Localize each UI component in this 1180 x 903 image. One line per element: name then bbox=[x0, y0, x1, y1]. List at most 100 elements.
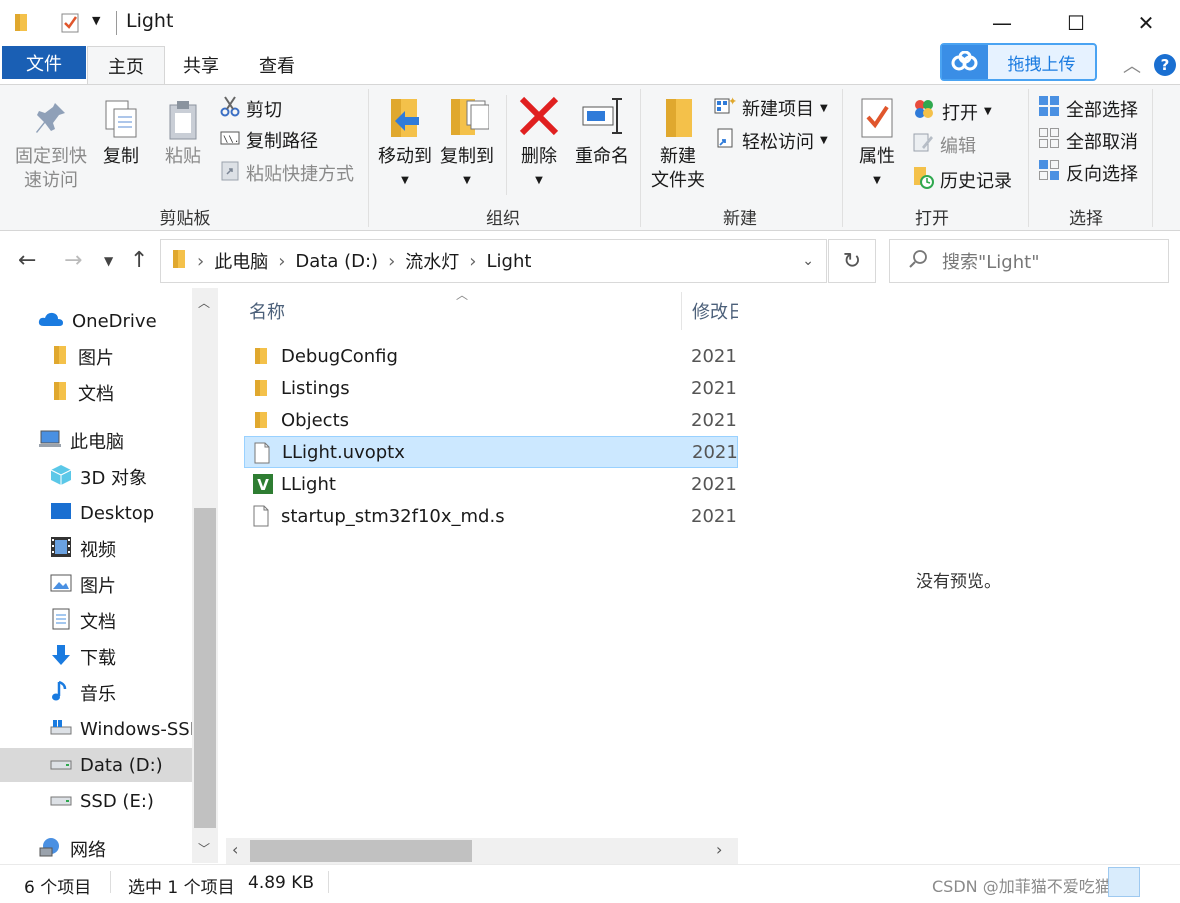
tab-file[interactable]: 文件 bbox=[2, 46, 86, 79]
folder-icon bbox=[14, 12, 32, 37]
address-history-chevron-down-icon[interactable]: ⌄ bbox=[802, 253, 814, 269]
quick-access-dropdown-icon[interactable]: ▼ bbox=[92, 14, 100, 27]
properties-button[interactable]: 属性 ▼ bbox=[848, 95, 906, 193]
paste-button[interactable]: 粘贴 bbox=[158, 99, 208, 169]
scroll-left-chevron-icon[interactable]: ‹ bbox=[232, 840, 238, 859]
move-to-button[interactable]: 移动到 ▼ bbox=[374, 95, 436, 193]
tab-view[interactable]: 查看 bbox=[246, 46, 308, 84]
status-divider bbox=[110, 871, 111, 893]
open-group-label: 打开 bbox=[915, 209, 949, 229]
drag-upload-button[interactable]: 拖拽上传 bbox=[940, 43, 1097, 81]
breadcrumb-this-pc[interactable]: 此电脑 bbox=[214, 248, 268, 274]
sidebar-item-downloads[interactable]: 下载 bbox=[0, 640, 192, 674]
file-icon bbox=[253, 442, 271, 469]
history-icon bbox=[912, 165, 934, 194]
column-header-modified[interactable]: 修改日 bbox=[692, 288, 738, 334]
sidebar-item-label: OneDrive bbox=[72, 310, 157, 332]
copy-to-button[interactable]: 复制到 ▼ bbox=[436, 95, 498, 193]
sidebar-item-onedrive-pictures[interactable]: 图片 bbox=[0, 340, 192, 374]
sidebar-item-videos[interactable]: 视频 bbox=[0, 532, 192, 566]
sidebar-item-onedrive-documents[interactable]: 文档 bbox=[0, 376, 192, 410]
rename-button[interactable]: 重命名 bbox=[570, 95, 634, 169]
sidebar-item-onedrive[interactable]: OneDrive bbox=[0, 304, 192, 338]
sidebar-item-windows-ssd[interactable]: Windows-SSD bbox=[0, 712, 192, 746]
column-header-name[interactable]: 名称 bbox=[244, 288, 682, 334]
delete-button[interactable]: 删除 ▼ bbox=[512, 95, 566, 193]
invert-selection-button[interactable]: 反向选择 bbox=[1038, 159, 1138, 186]
sidebar-item-ssd-e[interactable]: SSD (E:) bbox=[0, 784, 192, 818]
cut-button[interactable]: 剪切 bbox=[220, 95, 282, 122]
minimize-button[interactable]: — bbox=[966, 0, 1038, 46]
scroll-down-chevron-icon[interactable]: ﹀ bbox=[198, 840, 210, 857]
new-folder-label-line1: 新建 bbox=[660, 146, 696, 167]
copy-button[interactable]: 复制 bbox=[96, 99, 146, 169]
pin-icon bbox=[8, 99, 94, 145]
table-row[interactable]: Listings 2021 bbox=[244, 372, 738, 404]
select-all-button[interactable]: 全部选择 bbox=[1038, 95, 1138, 122]
pin-quick-access-button[interactable]: 固定到快 速访问 bbox=[8, 99, 94, 193]
breadcrumb-liushuideng[interactable]: 流水灯 bbox=[405, 248, 459, 274]
search-input[interactable]: 搜索"Light" bbox=[942, 248, 1039, 274]
easy-access-label: 轻松访问 bbox=[742, 131, 814, 153]
select-none-button[interactable]: 全部取消 bbox=[1038, 127, 1138, 154]
sidebar-scrollbar[interactable]: ︿ ﹀ bbox=[192, 288, 218, 863]
properties-label: 属性 bbox=[859, 146, 895, 167]
refresh-button[interactable]: ↻ bbox=[828, 239, 876, 283]
sidebar-item-data-d[interactable]: Data (D:) bbox=[0, 748, 192, 782]
file-name: Objects bbox=[281, 409, 350, 431]
table-row[interactable]: V LLight 2021 bbox=[244, 468, 738, 500]
open-button[interactable]: 打开 ▼ bbox=[912, 97, 992, 126]
collapse-ribbon-icon[interactable]: ︿ bbox=[1112, 46, 1152, 84]
maximize-button[interactable]: ☐ bbox=[1040, 0, 1112, 46]
breadcrumb-light[interactable]: Light bbox=[486, 251, 531, 272]
sidebar-item-pictures[interactable]: 图片 bbox=[0, 568, 192, 602]
properties-check-icon[interactable] bbox=[60, 12, 80, 39]
edit-button[interactable]: 编辑 bbox=[912, 131, 976, 158]
properties-icon bbox=[848, 95, 906, 145]
sidebar-item-this-pc[interactable]: 此电脑 bbox=[0, 424, 192, 458]
tab-home[interactable]: 主页 bbox=[87, 46, 165, 84]
breadcrumb-chevron-icon: › bbox=[197, 250, 205, 272]
tab-share[interactable]: 共享 bbox=[170, 46, 232, 84]
new-folder-button[interactable]: 新建 文件夹 bbox=[646, 95, 710, 193]
easy-access-button[interactable]: 轻松访问 ▼ bbox=[714, 127, 828, 154]
copy-path-button[interactable]: \\.. 复制路径 bbox=[220, 127, 318, 153]
maximize-icon: ☐ bbox=[1067, 11, 1085, 35]
sidebar-item-music[interactable]: 音乐 bbox=[0, 676, 192, 710]
new-item-button[interactable]: ✦ 新建项目 ▼ bbox=[714, 95, 828, 121]
file-list-horizontal-scrollbar[interactable]: ‹ › bbox=[226, 838, 738, 864]
sidebar-scrollbar-thumb[interactable] bbox=[194, 508, 216, 828]
new-group-label: 新建 bbox=[723, 209, 757, 229]
sidebar-item-3d-objects[interactable]: 3D 对象 bbox=[0, 460, 192, 494]
invert-selection-icon bbox=[1038, 159, 1060, 186]
csdn-watermark: CSDN @加菲猫不爱吃猫粮 bbox=[932, 877, 1127, 896]
sidebar-item-desktop[interactable]: Desktop bbox=[0, 496, 192, 530]
details-view-button[interactable] bbox=[1108, 867, 1140, 897]
sidebar-item-documents[interactable]: 文档 bbox=[0, 604, 192, 638]
table-row[interactable]: DebugConfig 2021 bbox=[244, 340, 738, 372]
back-arrow-icon[interactable]: ← bbox=[18, 248, 36, 273]
move-to-label: 移动到 bbox=[378, 146, 432, 167]
address-bar[interactable]: › 此电脑 › Data (D:) › 流水灯 › Light ⌄ bbox=[160, 239, 827, 283]
table-row-selected[interactable]: LLight.uvoptx 2021 bbox=[244, 436, 738, 468]
keil-project-icon: V bbox=[252, 473, 274, 500]
search-box[interactable]: 搜索"Light" bbox=[889, 239, 1169, 283]
history-button[interactable]: 历史记录 bbox=[912, 165, 1012, 194]
paste-shortcut-button[interactable]: 粘贴快捷方式 bbox=[220, 159, 354, 186]
breadcrumb-data-d[interactable]: Data (D:) bbox=[295, 251, 378, 272]
scroll-up-chevron-icon[interactable]: ︿ bbox=[198, 294, 210, 311]
help-icon[interactable]: ? bbox=[1152, 46, 1178, 84]
sidebar-item-network[interactable]: 网络 bbox=[0, 832, 192, 866]
close-icon: ✕ bbox=[1137, 11, 1155, 35]
up-arrow-icon[interactable]: ↑ bbox=[130, 248, 148, 273]
invert-selection-label: 反向选择 bbox=[1066, 163, 1138, 185]
sidebar-item-label: 文档 bbox=[80, 612, 116, 633]
scroll-right-chevron-icon[interactable]: › bbox=[716, 840, 722, 859]
close-button[interactable]: ✕ bbox=[1110, 0, 1180, 46]
table-row[interactable]: startup_stm32f10x_md.s 2021 bbox=[244, 500, 738, 532]
forward-arrow-icon[interactable]: → bbox=[64, 248, 82, 273]
table-row[interactable]: Objects 2021 bbox=[244, 404, 738, 436]
horizontal-scrollbar-thumb[interactable] bbox=[250, 840, 472, 862]
recent-locations-chevron-down-icon[interactable]: ▼ bbox=[104, 254, 113, 268]
large-icons-view-button[interactable] bbox=[1146, 867, 1172, 897]
